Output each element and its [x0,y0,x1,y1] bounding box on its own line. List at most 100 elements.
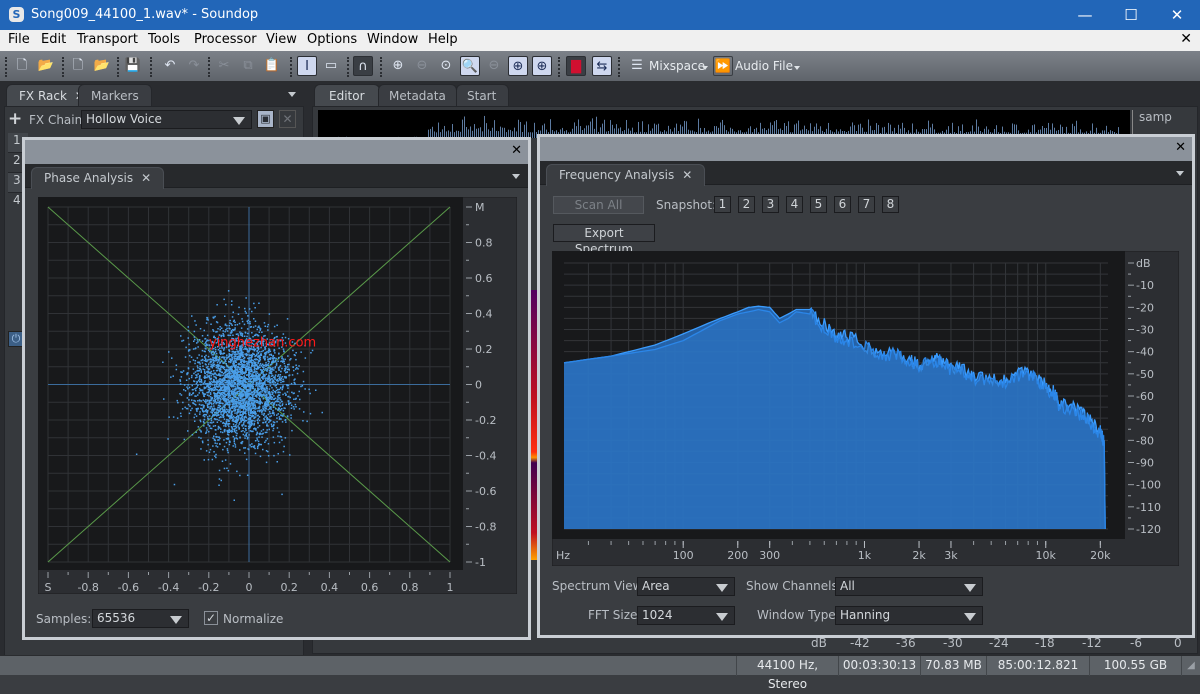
panel-menu-icon[interactable] [512,174,520,179]
zoom-in-time-icon[interactable]: ⊕ [388,56,408,76]
copy-icon[interactable]: ⧉ [238,56,258,76]
snapshot-5-button[interactable]: 5 [810,196,827,213]
toolbar-grip[interactable] [5,57,8,77]
close-window-icon[interactable]: ✕ [1175,140,1186,155]
snapshot-2-button[interactable]: 2 [738,196,755,213]
mixspace-label[interactable]: Mixspace [649,59,705,73]
scatter-point [203,329,205,332]
panel-menu-icon[interactable] [1176,171,1184,176]
cut-icon[interactable]: ✂ [214,56,234,76]
scatter-point [240,400,242,402]
redo-icon[interactable]: ↷ [184,56,204,76]
zoom-selection-icon[interactable]: 🔍 [460,56,480,76]
audio-file-label[interactable]: Audio File [735,59,793,73]
tab-start[interactable]: Start [456,84,510,106]
tab-metadata[interactable]: Metadata [378,84,457,106]
scatter-point [258,393,260,395]
minimize-button[interactable]: — [1062,0,1108,30]
snapshot-8-button[interactable]: 8 [882,196,899,213]
mixspace-dropdown-icon[interactable] [702,66,708,70]
close-tab-icon[interactable]: ✕ [141,171,151,185]
window-type-select[interactable]: Hanning [835,606,983,625]
close-tab-icon[interactable]: ✕ [682,168,692,182]
menu-tools[interactable]: Tools [148,32,180,47]
new-file-icon[interactable]: 🗋 [12,56,32,76]
show-channels-select[interactable]: All [835,577,983,596]
scatter-point [211,458,214,461]
scatter-point [273,325,276,328]
scatter-point [252,376,255,378]
menu-edit[interactable]: Edit [41,32,66,47]
normalize-label: Normalize [223,612,284,626]
fx-chain-select[interactable]: Hollow Voice [81,110,252,129]
open-file-icon[interactable]: 📂 [36,56,56,76]
menu-file[interactable]: File [8,32,30,47]
save-icon[interactable]: 💾 [123,56,143,76]
tab-phase-analysis[interactable]: Phase Analysis ✕ [31,167,165,189]
resize-grip-icon[interactable]: ◢ [1181,656,1200,676]
normalize-checkbox[interactable]: ✓ [204,611,218,625]
snap-magnet-icon[interactable]: ∩ [353,56,373,76]
scatter-point [281,360,283,362]
zoom-out-amplitude-icon[interactable]: ⊕ [532,56,552,76]
swap-channels-icon[interactable]: ⇆ [592,56,612,76]
zoom-out-full-icon[interactable]: ⊖ [484,56,504,76]
spectral-view-icon[interactable]: ▇ [566,56,586,76]
open-project-icon[interactable]: 📂 [92,56,112,76]
paste-icon[interactable]: 📋 [262,56,282,76]
menu-transport[interactable]: Transport [77,32,138,47]
zoom-fit-icon[interactable]: ⊙ [436,56,456,76]
scatter-point [242,402,245,405]
panel-menu-icon[interactable] [288,92,296,97]
menu-window[interactable]: Window [367,32,418,47]
close-window-button[interactable]: ✕ [1154,0,1200,30]
scatter-point [241,369,243,371]
tab-markers[interactable]: Markers [78,84,152,106]
snapshot-4-button[interactable]: 4 [786,196,803,213]
save-chain-icon[interactable]: ▣ [257,110,274,128]
menu-processor[interactable]: Processor [194,32,257,47]
close-window-icon[interactable]: ✕ [511,143,522,158]
mixspace-icon[interactable]: ☰ [627,56,647,76]
maximize-button[interactable]: ☐ [1108,0,1154,30]
scatter-point [267,443,270,445]
audio-file-dropdown-icon[interactable] [794,66,800,70]
scan-all-button[interactable]: Scan All [553,196,644,214]
menu-help[interactable]: Help [428,32,458,47]
audio-file-icon[interactable]: ⏩ [713,56,733,76]
add-fx-icon[interactable]: + [8,110,24,128]
snapshot-7-button[interactable]: 7 [858,196,875,213]
scatter-point [248,398,250,401]
scatter-point [234,360,236,362]
scatter-point [232,382,234,384]
close-document-icon[interactable]: ✕ [1180,31,1192,47]
undo-icon[interactable]: ↶ [160,56,180,76]
zoom-in-amplitude-icon[interactable]: ⊕ [508,56,528,76]
samples-select[interactable]: 65536 [92,609,189,628]
menu-view[interactable]: View [266,32,297,47]
delete-chain-icon[interactable]: ✕ [279,110,296,128]
snapshot-3-button[interactable]: 3 [762,196,779,213]
tab-frequency-analysis[interactable]: Frequency Analysis ✕ [546,164,706,186]
scatter-point [236,418,239,421]
spectrum-view-select[interactable]: Area [637,577,735,596]
tab-editor[interactable]: Editor [314,84,380,106]
export-spectrum-button[interactable]: Export Spectrum [553,224,655,256]
window-drag-bar[interactable]: ✕ [540,137,1192,161]
scatter-point [219,370,222,373]
scatter-point [212,421,215,423]
new-project-icon[interactable]: 🗋 [68,56,88,76]
zoom-out-time-icon[interactable]: ⊖ [412,56,432,76]
menu-options[interactable]: Options [307,32,357,47]
time-select-icon[interactable]: I [297,56,317,76]
scatter-point [215,321,218,323]
fft-size-select[interactable]: 1024 [637,606,735,625]
snapshot-1-button[interactable]: 1 [714,196,731,213]
scatter-point [274,385,276,387]
region-select-icon[interactable]: ▭ [321,56,341,76]
scatter-point [277,357,280,360]
scatter-point [242,412,244,415]
scatter-point [241,399,244,402]
window-drag-bar[interactable]: ✕ [25,140,528,164]
snapshot-6-button[interactable]: 6 [834,196,851,213]
